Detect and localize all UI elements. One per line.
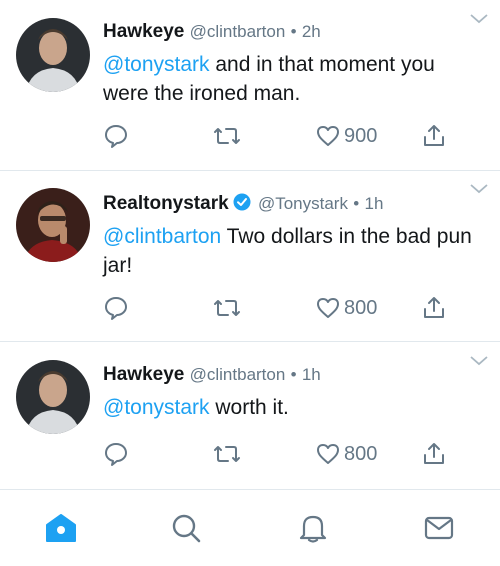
- home-icon: [46, 514, 76, 542]
- like-count: 800: [344, 296, 378, 319]
- divider: [0, 170, 500, 171]
- tab-notifications[interactable]: [297, 512, 329, 549]
- retweet-icon: [214, 128, 240, 144]
- share-button[interactable]: [421, 441, 447, 467]
- mention-link[interactable]: @clintbarton: [103, 225, 221, 248]
- share-icon: [424, 125, 444, 146]
- mention-link[interactable]: @tonystark: [103, 53, 210, 76]
- mention-link[interactable]: @tonystark: [103, 396, 210, 419]
- tweet-body: worth it.: [209, 396, 289, 419]
- separator-dot: •: [290, 365, 297, 384]
- display-name[interactable]: Hawkeye: [103, 364, 184, 385]
- like-count: 900: [344, 124, 378, 147]
- share-icon: [424, 297, 444, 318]
- tab-messages[interactable]: [423, 512, 455, 549]
- reply-icon: [105, 125, 127, 148]
- share-icon: [424, 443, 444, 464]
- like-count: 800: [344, 442, 378, 465]
- avatar[interactable]: [16, 360, 90, 434]
- reply-button[interactable]: [103, 295, 129, 321]
- avatar[interactable]: [16, 18, 90, 92]
- chevron-down-icon[interactable]: [470, 184, 488, 194]
- reply-button[interactable]: [103, 441, 129, 467]
- retweet-button[interactable]: [213, 441, 241, 467]
- divider: [0, 341, 500, 342]
- user-handle[interactable]: @clintbarton: [190, 365, 286, 384]
- separator-dot: •: [353, 194, 360, 213]
- tweet-actions: 800: [103, 441, 463, 471]
- share-button[interactable]: [421, 295, 447, 321]
- timestamp[interactable]: 1h: [302, 365, 321, 384]
- messages-icon: [424, 516, 454, 540]
- retweet-icon: [214, 300, 240, 316]
- tweet-header: Hawkeye @clintbarton • 2h: [103, 21, 321, 43]
- tweet-text: @tonystark worth it.: [103, 393, 483, 422]
- avatar[interactable]: [16, 188, 90, 262]
- search-icon: [172, 514, 201, 543]
- reply-button[interactable]: [103, 123, 129, 149]
- chevron-down-icon[interactable]: [470, 14, 488, 24]
- display-name[interactable]: Realtonystark: [103, 193, 229, 214]
- separator-dot: •: [290, 22, 297, 41]
- notifications-icon: [299, 515, 327, 543]
- timestamp[interactable]: 1h: [364, 194, 383, 213]
- bottom-tab-bar: [0, 489, 500, 566]
- tweet-text: @clintbarton Two dollars in the bad pun …: [103, 222, 483, 280]
- retweet-button[interactable]: [213, 123, 241, 149]
- user-handle[interactable]: @clintbarton: [190, 22, 286, 41]
- heart-icon: [317, 444, 339, 464]
- tweet-actions: 900: [103, 123, 463, 153]
- tab-search[interactable]: [170, 512, 202, 549]
- retweet-icon: [214, 446, 240, 462]
- tweet-header: Hawkeye @clintbarton • 1h: [103, 364, 321, 386]
- timestamp[interactable]: 2h: [302, 22, 321, 41]
- reply-icon: [105, 443, 127, 466]
- user-handle[interactable]: @Tonystark: [258, 194, 348, 213]
- verified-badge-icon: [233, 193, 251, 211]
- heart-icon: [317, 126, 339, 146]
- like-button[interactable]: 800: [315, 441, 377, 467]
- like-button[interactable]: 800: [315, 295, 377, 321]
- reply-icon: [105, 297, 127, 320]
- tweet-actions: 800: [103, 295, 463, 325]
- like-button[interactable]: 900: [315, 123, 377, 149]
- tweet-header: Realtonystark @Tonystark • 1h: [103, 193, 383, 215]
- heart-icon: [317, 298, 339, 318]
- chevron-down-icon[interactable]: [470, 356, 488, 366]
- tweet-text: @tonystark and in that moment you were t…: [103, 50, 483, 108]
- share-button[interactable]: [421, 123, 447, 149]
- display-name[interactable]: Hawkeye: [103, 21, 184, 42]
- retweet-button[interactable]: [213, 295, 241, 321]
- tab-home[interactable]: [44, 512, 78, 549]
